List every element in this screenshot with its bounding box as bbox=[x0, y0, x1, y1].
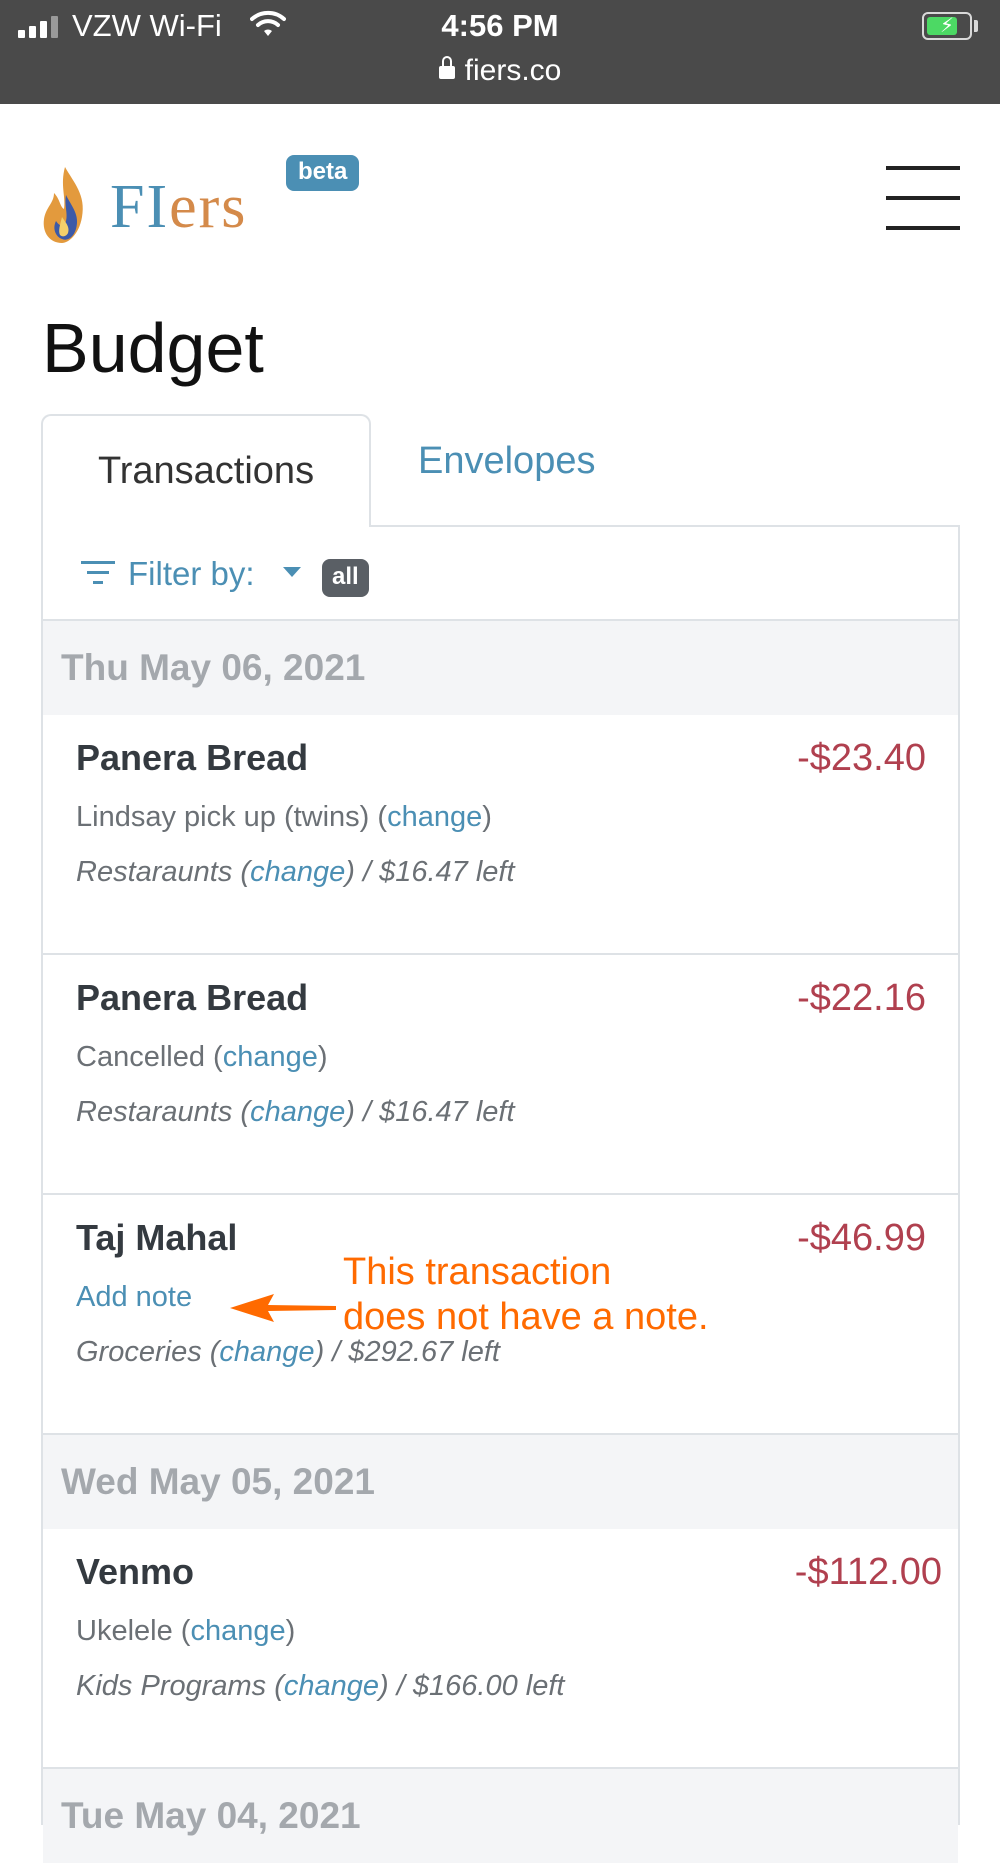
transactions-panel: Filter by: all Thu May 06, 2021 Panera B… bbox=[41, 525, 960, 1863]
transaction-category: Restaraunts (change) / $16.47 left bbox=[76, 1096, 515, 1128]
change-category-link[interactable]: change bbox=[284, 1670, 379, 1702]
chevron-down-icon[interactable] bbox=[283, 567, 301, 577]
date-label: Tue May 04, 2021 bbox=[61, 1795, 361, 1836]
date-label: Wed May 05, 2021 bbox=[61, 1461, 375, 1502]
date-label: Thu May 06, 2021 bbox=[61, 647, 366, 688]
filter-icon bbox=[81, 561, 115, 584]
filter-bar: Filter by: all bbox=[43, 527, 958, 621]
transaction-amount: -$22.16 bbox=[797, 977, 926, 1019]
add-note-row: Add note bbox=[76, 1281, 192, 1314]
beta-badge: beta bbox=[286, 155, 360, 191]
add-note-link[interactable]: Add note bbox=[76, 1281, 192, 1313]
transaction-category: Restaraunts (change) / $16.47 left bbox=[76, 856, 515, 888]
transaction-category: Groceries (change) / $292.67 left bbox=[76, 1336, 500, 1368]
battery-icon: ⚡ bbox=[922, 12, 972, 40]
merchant-name: Venmo bbox=[76, 1551, 195, 1592]
arrow-left-icon bbox=[230, 1294, 336, 1322]
change-note-link[interactable]: change bbox=[190, 1615, 285, 1647]
transaction-row[interactable]: Panera Bread -$22.16 Cancelled (change) … bbox=[43, 955, 958, 1195]
date-header: Tue May 04, 2021 bbox=[43, 1769, 958, 1863]
page-title: Budget bbox=[42, 309, 264, 387]
url-text: fiers.co bbox=[464, 54, 562, 87]
annotation-line-1: This transaction bbox=[343, 1251, 612, 1293]
change-category-link[interactable]: change bbox=[250, 1096, 345, 1128]
transaction-amount: -$46.99 bbox=[797, 1217, 926, 1259]
merchant-name: Panera Bread bbox=[76, 737, 309, 778]
transaction-note: Ukelele (change) bbox=[76, 1615, 296, 1647]
transaction-amount: -$23.40 bbox=[797, 737, 926, 779]
transaction-row[interactable]: Venmo -$112.00 Ukelele (change) Kids Pro… bbox=[43, 1529, 958, 1769]
flame-logo-icon bbox=[43, 167, 83, 243]
clock: 4:56 PM bbox=[441, 8, 559, 43]
brand-prefix: FI bbox=[110, 173, 170, 241]
brand-suffix: ers bbox=[169, 173, 248, 241]
filter-value-badge: all bbox=[322, 559, 369, 597]
tab-transactions[interactable]: Transactions bbox=[41, 414, 371, 527]
change-note-link[interactable]: change bbox=[387, 801, 482, 833]
merchant-name: Panera Bread bbox=[76, 977, 309, 1018]
change-note-link[interactable]: change bbox=[223, 1041, 318, 1073]
transaction-category: Kids Programs (change) / $166.00 left bbox=[76, 1670, 565, 1702]
date-header: Wed May 05, 2021 bbox=[43, 1435, 958, 1529]
status-bar: VZW Wi-Fi 4:56 PM fiers.co ⚡ bbox=[0, 0, 1000, 104]
address-bar[interactable]: fiers.co bbox=[0, 54, 1000, 88]
brand-logo[interactable]: FIers bbox=[110, 172, 247, 242]
lock-icon bbox=[438, 56, 455, 79]
change-category-link[interactable]: change bbox=[219, 1336, 314, 1368]
hamburger-icon[interactable] bbox=[886, 166, 960, 230]
date-header: Thu May 06, 2021 bbox=[43, 621, 958, 715]
tab-envelopes[interactable]: Envelopes bbox=[418, 440, 595, 483]
transaction-amount: -$112.00 bbox=[794, 1551, 942, 1593]
merchant-name: Taj Mahal bbox=[76, 1217, 238, 1258]
filter-dropdown[interactable]: Filter by: bbox=[128, 555, 255, 593]
transaction-row[interactable]: Panera Bread -$23.40 Lindsay pick up (tw… bbox=[43, 715, 958, 955]
change-category-link[interactable]: change bbox=[250, 856, 345, 888]
battery-tip bbox=[974, 20, 978, 32]
annotation-callout: This transaction does not have a note. bbox=[343, 1250, 709, 1340]
annotation-line-2: does not have a note. bbox=[343, 1296, 709, 1338]
transaction-note: Lindsay pick up (twins) (change) bbox=[76, 801, 492, 833]
transaction-note: Cancelled (change) bbox=[76, 1041, 328, 1073]
